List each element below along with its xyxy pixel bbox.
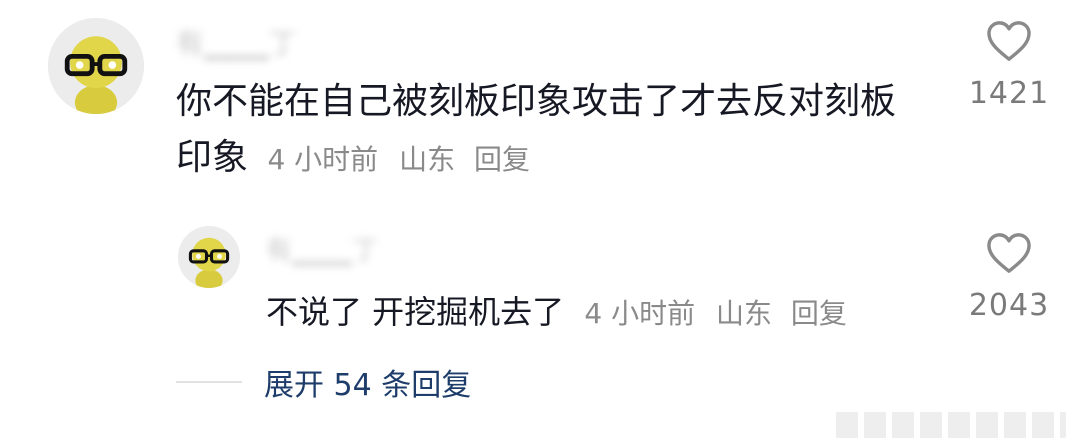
reply-location: 山东: [715, 297, 772, 330]
watermark: [836, 412, 1066, 438]
expand-replies[interactable]: 展开 54 条回复: [176, 360, 471, 404]
reply-like[interactable]: 2043: [962, 232, 1056, 323]
heart-outline-icon[interactable]: [986, 20, 1032, 62]
comment-meta: 4 小时前 山东 回复: [267, 143, 530, 176]
reply-reply-button[interactable]: 回复: [791, 297, 847, 330]
avatar-image: [48, 18, 144, 114]
reply-time: 4 小时前: [584, 297, 696, 330]
avatar[interactable]: [48, 18, 144, 114]
expand-replies-label[interactable]: 展开 54 条回复: [264, 360, 471, 404]
comment-like[interactable]: 1421: [968, 20, 1050, 111]
comment-location: 山东: [399, 143, 456, 176]
like-count: 2043: [968, 288, 1050, 323]
divider: [176, 381, 242, 383]
reply-username[interactable]: 有▁▁▁丁: [266, 230, 378, 267]
like-count: 1421: [968, 76, 1050, 111]
reply-content[interactable]: 不说了 开挖掘机去了 4 小时前 山东 回复: [266, 284, 946, 342]
comment-reply-button[interactable]: 回复: [474, 143, 530, 176]
username[interactable]: 有▁▁▁丁: [176, 22, 297, 62]
reply-meta: 4 小时前 山东 回复: [584, 297, 847, 330]
reply-text: 不说了 开挖掘机去了: [266, 293, 565, 331]
heart-outline-icon[interactable]: [986, 232, 1032, 274]
comment-time: 4 小时前: [267, 143, 379, 176]
reply-avatar[interactable]: [178, 226, 240, 288]
comment-content[interactable]: 你不能在自己被刻板印象攻击了才去反对刻板印象 4 小时前 山东 回复: [176, 74, 916, 188]
avatar-image: [178, 226, 240, 288]
comment-thread: 有▁▁▁丁 你不能在自己被刻板印象攻击了才去反对刻板印象 4 小时前 山东 回复…: [0, 0, 1080, 444]
